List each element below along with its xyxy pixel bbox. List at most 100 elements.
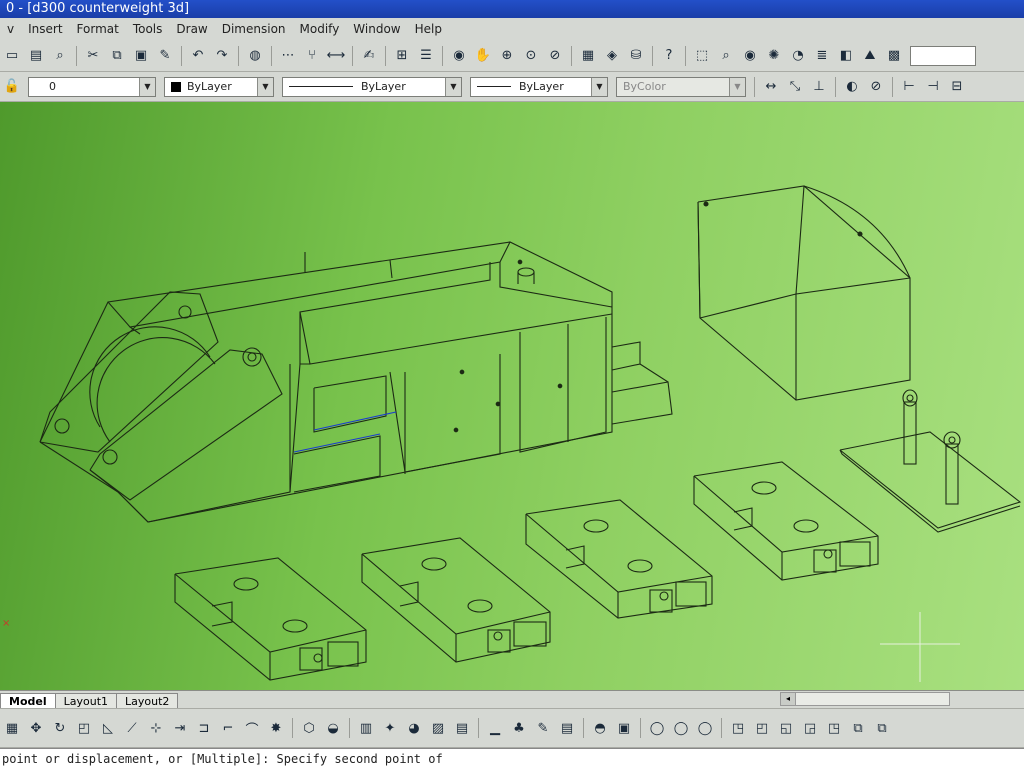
chevron-down-icon[interactable]: ▼ — [729, 77, 745, 96]
dim-continue-icon[interactable]: ⊣ — [923, 77, 943, 97]
globe-icon[interactable]: ◍ — [245, 46, 265, 66]
light-spot-icon[interactable]: ✦ — [380, 718, 400, 738]
chevron-down-icon[interactable]: ▼ — [445, 77, 461, 96]
copy-icon[interactable]: ⧉ — [107, 46, 127, 66]
layers-icon[interactable]: ≣ — [812, 46, 832, 66]
tree-icon[interactable]: ⑂ — [302, 46, 322, 66]
tab-layout2[interactable]: Layout2 — [116, 693, 179, 709]
lineweight-dropdown[interactable]: ByLayer ▼ — [470, 76, 608, 97]
menu-dimension[interactable]: Dimension — [215, 22, 293, 36]
view-front-icon[interactable]: ◲ — [800, 718, 820, 738]
color-dropdown[interactable]: ByLayer ▼ — [164, 76, 274, 97]
render-icon[interactable]: ◈ — [602, 46, 622, 66]
render-save-icon[interactable]: ▩ — [884, 46, 904, 66]
move-icon[interactable]: ✥ — [26, 718, 46, 738]
undo-icon[interactable]: ↶ — [188, 46, 208, 66]
ucs-world-icon[interactable]: ◯ — [671, 718, 691, 738]
camera-icon[interactable]: ◔ — [788, 46, 808, 66]
new-file-icon[interactable]: ▭ — [2, 46, 22, 66]
orbit-icon[interactable]: ◉ — [740, 46, 760, 66]
pan-eye-icon[interactable]: ◉ — [449, 46, 469, 66]
solid-wedge-icon[interactable]: ◰ — [752, 718, 772, 738]
light-icon[interactable]: ✺ — [764, 46, 784, 66]
teapot-icon[interactable]: ◒ — [323, 718, 343, 738]
background-icon[interactable]: ▤ — [452, 718, 472, 738]
menu-format[interactable]: Format — [70, 22, 126, 36]
landscape-edit-icon[interactable]: ✎ — [533, 718, 553, 738]
paste-icon[interactable]: ▣ — [131, 46, 151, 66]
zoom-window-icon[interactable]: ⊙ — [521, 46, 541, 66]
menu-view[interactable]: v — [0, 22, 21, 36]
tab-layout1[interactable]: Layout1 — [54, 693, 118, 709]
view-iso-icon[interactable]: ⧉ — [848, 718, 868, 738]
ucs-circle-icon[interactable]: ◯ — [647, 718, 667, 738]
materials-icon[interactable]: ◧ — [836, 46, 856, 66]
menu-insert[interactable]: Insert — [21, 22, 69, 36]
materials-library-icon[interactable]: ◕ — [404, 718, 424, 738]
view-iso2-icon[interactable]: ⧉ — [872, 718, 892, 738]
dim-leader-icon[interactable]: ⊟ — [947, 77, 967, 97]
extra-combo[interactable] — [910, 45, 976, 66]
database-icon[interactable]: ⛁ — [626, 46, 646, 66]
chamfer-icon[interactable]: ⌐ — [218, 718, 238, 738]
explode-icon[interactable]: ✸ — [266, 718, 286, 738]
dim-linear-icon[interactable]: ↔ — [761, 77, 781, 97]
menu-tools[interactable]: Tools — [126, 22, 170, 36]
layer-dropdown[interactable]: 0 ▼ — [28, 76, 156, 97]
solid-box-icon[interactable]: ◳ — [728, 718, 748, 738]
command-line[interactable]: point or displacement, or [Multiple]: Sp… — [0, 748, 1024, 769]
zoom-preview-icon[interactable]: ⌕ — [50, 46, 70, 66]
scroll-left-arrow-icon[interactable]: ◂ — [781, 693, 796, 705]
rotate-icon[interactable]: ↻ — [50, 718, 70, 738]
plotstyle-dropdown[interactable]: ByColor ▼ — [616, 76, 746, 97]
dim-radius-icon[interactable]: ◐ — [842, 77, 862, 97]
menu-window[interactable]: Window — [346, 22, 407, 36]
redo-icon[interactable]: ↷ — [212, 46, 232, 66]
view-top-icon[interactable]: ◱ — [776, 718, 796, 738]
linetype-dropdown[interactable]: ByLayer ▼ — [282, 76, 462, 97]
dim-baseline-icon[interactable]: ⊢ — [899, 77, 919, 97]
properties-icon[interactable]: ☰ — [416, 46, 436, 66]
zoom-previous-icon[interactable]: ⊘ — [545, 46, 565, 66]
fillet-icon[interactable]: ⌒ — [242, 718, 262, 738]
menu-modify[interactable]: Modify — [293, 22, 347, 36]
menu-help[interactable]: Help — [408, 22, 449, 36]
break-icon[interactable]: ⊐ — [194, 718, 214, 738]
grid-snap-icon[interactable]: ▦ — [2, 718, 22, 738]
scale-icon[interactable]: ◰ — [74, 718, 94, 738]
landscape-new-icon[interactable]: ▁ — [485, 718, 505, 738]
grid-icon[interactable]: ▦ — [578, 46, 598, 66]
view-cube-icon[interactable]: ⬚ — [692, 46, 712, 66]
help-icon[interactable]: ? — [659, 46, 679, 66]
ucs-view-icon[interactable]: ◯ — [695, 718, 715, 738]
chevron-down-icon[interactable]: ▼ — [139, 77, 155, 96]
3d-box-icon[interactable]: ⬡ — [299, 718, 319, 738]
view-right-icon[interactable]: ◳ — [824, 718, 844, 738]
lengthen-icon[interactable]: ⟋ — [122, 718, 142, 738]
chevron-down-icon[interactable]: ▼ — [257, 77, 273, 96]
zoom-realtime-icon[interactable]: ⊕ — [497, 46, 517, 66]
stats-icon[interactable]: ▤ — [557, 718, 577, 738]
tree-landscape-icon[interactable]: ♣ — [509, 718, 529, 738]
mapping-icon[interactable]: ▨ — [428, 718, 448, 738]
snap-from-icon[interactable]: ⋯ — [278, 46, 298, 66]
design-center-icon[interactable]: ⊞ — [392, 46, 412, 66]
match-properties-icon[interactable]: ✎ — [155, 46, 175, 66]
stretch-icon[interactable]: ◺ — [98, 718, 118, 738]
scene-icon[interactable]: ▥ — [356, 718, 376, 738]
print-preview-icon[interactable]: ▤ — [26, 46, 46, 66]
trim-icon[interactable]: ⊹ — [146, 718, 166, 738]
landscape-icon[interactable]: ⛰ — [860, 46, 880, 66]
chevron-down-icon[interactable]: ▼ — [591, 77, 607, 96]
dim-aligned-icon[interactable]: ⤡ — [785, 77, 805, 97]
cut-icon[interactable]: ✂ — [83, 46, 103, 66]
horizontal-scrollbar[interactable]: ◂ — [780, 692, 950, 706]
brush-icon[interactable]: ✍ — [359, 46, 379, 66]
dim-ordinate-icon[interactable]: ⊥ — [809, 77, 829, 97]
pan-icon[interactable]: ✋ — [473, 46, 493, 66]
layer-manager-icon[interactable]: 🔓 — [2, 77, 22, 97]
tab-model[interactable]: Model — [0, 693, 56, 709]
extend-icon[interactable]: ⇥ — [170, 718, 190, 738]
drawing-canvas[interactable]: × — [0, 102, 1024, 690]
render-teapot-icon[interactable]: ◓ — [590, 718, 610, 738]
